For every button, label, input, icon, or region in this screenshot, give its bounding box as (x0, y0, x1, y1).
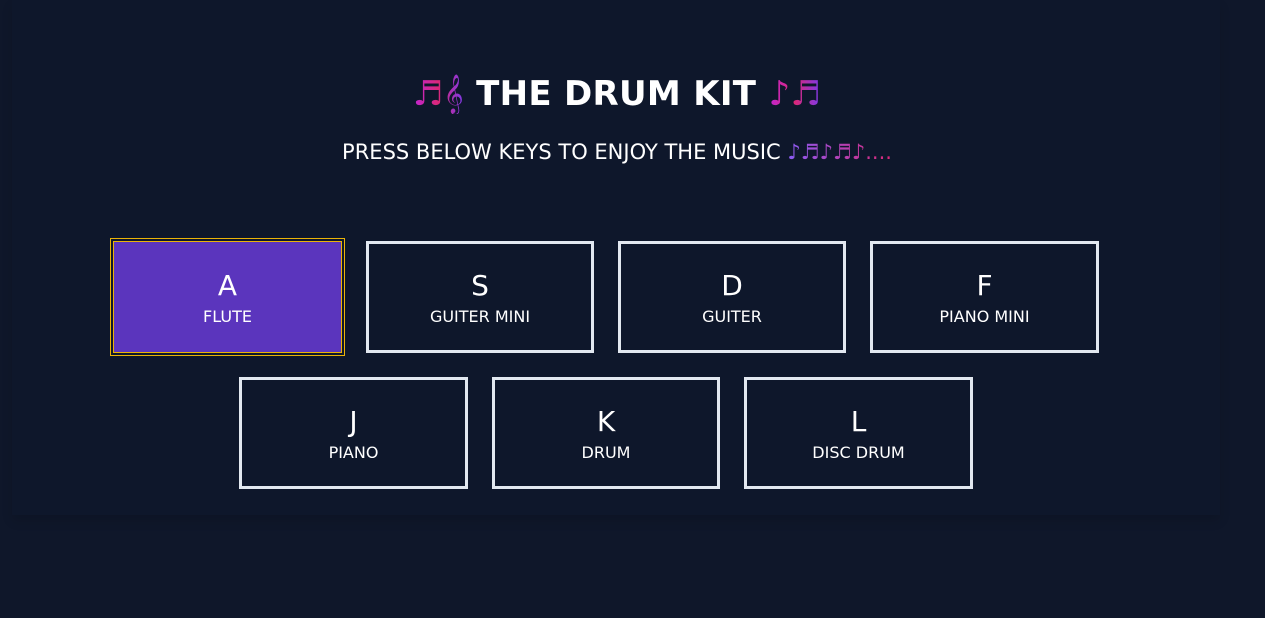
key-sound-label: PIANO MINI (939, 307, 1030, 326)
key-sound-label: DRUM (581, 443, 631, 462)
page-title-text: THE DRUM KIT (476, 74, 757, 114)
instructions: PRESS BELOW KEYS TO ENJOY THE MUSIC ♪♬♪♬… (0, 140, 1234, 164)
key-sound-label: GUITER (702, 307, 762, 326)
page-title: ♬𝄞 THE DRUM KIT ♪♬ (0, 74, 1234, 114)
key-letter: J (349, 405, 358, 438)
key-sound-label: DISC DRUM (812, 443, 905, 462)
key-s-guiter-mini[interactable]: S GUITER MINI (366, 241, 594, 353)
key-sound-label: PIANO (328, 443, 379, 462)
music-notes-icon: ♪♬ (768, 74, 822, 114)
music-notes-icon: ♬𝄞 (412, 74, 464, 114)
key-sound-label: FLUTE (203, 307, 252, 326)
key-d-guiter[interactable]: D GUITER (618, 241, 846, 353)
music-notes-icon: ♪♬♪♬♪.... (787, 140, 892, 164)
key-letter: S (471, 269, 489, 302)
key-a-flute[interactable]: A FLUTE (110, 238, 345, 356)
key-f-piano-mini[interactable]: F PIANO MINI (870, 241, 1099, 353)
key-sound-label: GUITER MINI (429, 307, 531, 326)
instructions-text: PRESS BELOW KEYS TO ENJOY THE MUSIC (342, 140, 781, 164)
key-letter: K (596, 405, 616, 438)
key-letter: L (850, 405, 867, 438)
key-letter: D (721, 269, 743, 302)
key-k-drum[interactable]: K DRUM (492, 377, 720, 489)
key-j-piano[interactable]: J PIANO (239, 377, 468, 489)
key-letter: A (217, 269, 238, 302)
key-l-disc-drum[interactable]: L DISC DRUM (744, 377, 973, 489)
key-letter: F (976, 269, 993, 302)
